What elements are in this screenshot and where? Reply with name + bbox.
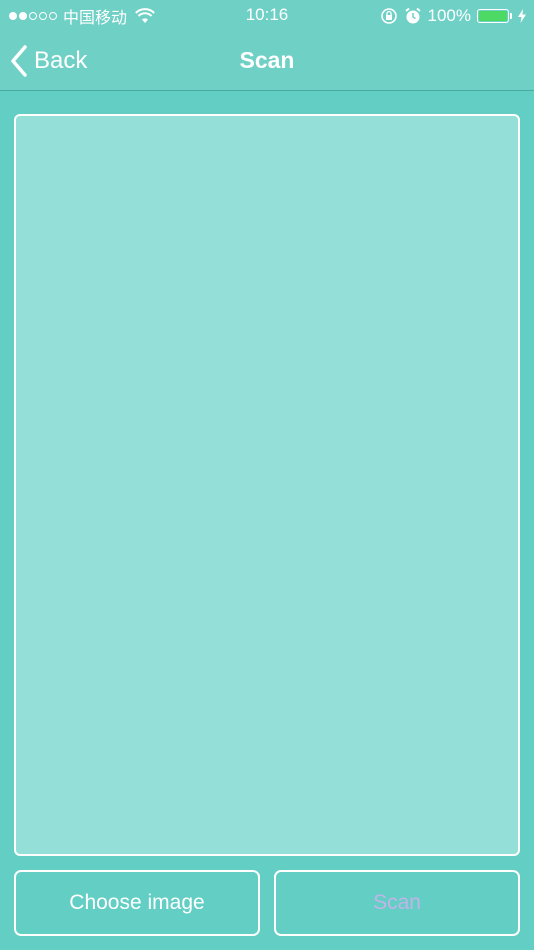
battery-percent: 100% [427, 6, 471, 25]
status-bar: 中国移动 10:16 100% [0, 0, 534, 32]
battery-fill [479, 11, 507, 21]
battery-cap [510, 13, 512, 19]
alarm-icon [404, 7, 421, 24]
charging-icon [518, 9, 526, 23]
battery-body [477, 9, 509, 23]
navigation-bar: Back Scan [0, 32, 534, 91]
battery-icon [477, 9, 512, 23]
choose-image-button[interactable]: Choose image [14, 870, 260, 936]
scan-screen: 中国移动 10:16 100% Back Scan Choose image S… [0, 0, 534, 950]
orientation-lock-icon [380, 8, 397, 24]
page-title: Scan [239, 47, 295, 73]
status-right: 100% [380, 5, 526, 27]
scan-button[interactable]: Scan [274, 870, 520, 936]
scan-preview-area [14, 114, 520, 856]
